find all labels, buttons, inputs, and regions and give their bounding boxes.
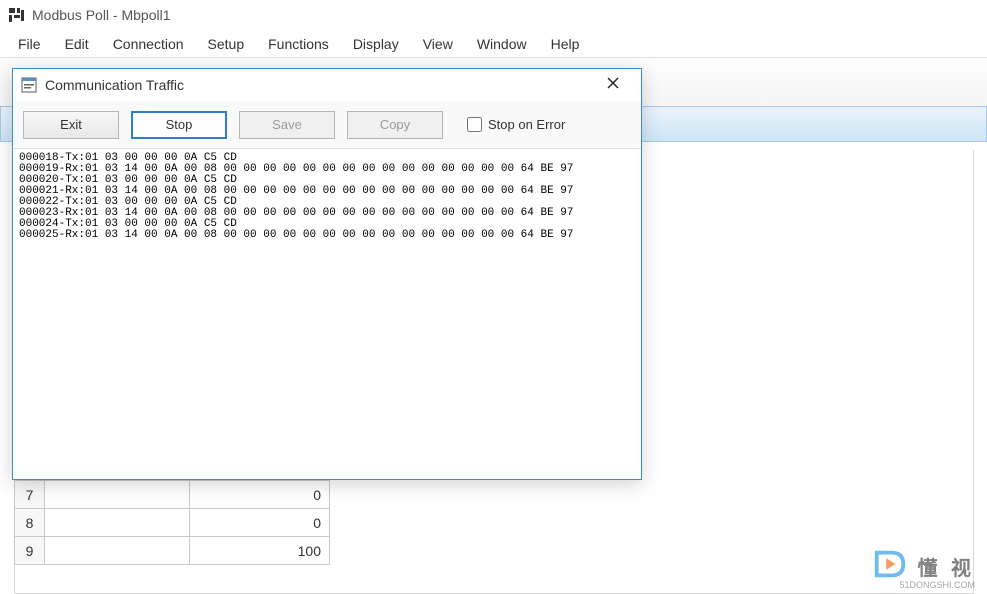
table-row[interactable]: 9 100 (15, 537, 330, 565)
watermark-subtext: 51DONGSHI.COM (899, 580, 975, 590)
row-index: 9 (15, 537, 45, 565)
watermark: 懂 视 51DONGSHI.COM (871, 545, 975, 588)
menu-display[interactable]: Display (341, 32, 411, 56)
menu-help[interactable]: Help (539, 32, 592, 56)
dialog-titlebar[interactable]: Communication Traffic (13, 69, 641, 101)
menu-file[interactable]: File (6, 32, 53, 56)
stop-on-error-checkbox[interactable]: Stop on Error (467, 117, 565, 132)
cell-register (45, 509, 190, 537)
cell-register (45, 481, 190, 509)
save-button: Save (239, 111, 335, 139)
cell-value: 100 (190, 537, 330, 565)
dialog-title: Communication Traffic (45, 77, 184, 93)
stop-button[interactable]: Stop (131, 111, 227, 139)
data-table: 7 0 8 0 9 100 (14, 480, 330, 565)
copy-button: Copy (347, 111, 443, 139)
app-titlebar: Modbus Poll - Mbpoll1 (0, 0, 987, 30)
row-index: 8 (15, 509, 45, 537)
stop-on-error-input[interactable] (467, 117, 482, 132)
stop-on-error-label: Stop on Error (488, 117, 565, 132)
dialog-toolbar: Exit Stop Save Copy Stop on Error (13, 101, 641, 149)
table-row[interactable]: 7 0 (15, 481, 330, 509)
table-row[interactable]: 8 0 (15, 509, 330, 537)
menu-setup[interactable]: Setup (196, 32, 257, 56)
cell-register (45, 537, 190, 565)
menu-connection[interactable]: Connection (101, 32, 196, 56)
close-button[interactable] (593, 71, 633, 99)
cell-value: 0 (190, 509, 330, 537)
menu-functions[interactable]: Functions (256, 32, 341, 56)
watermark-text: 懂 视 (917, 552, 975, 581)
menu-window[interactable]: Window (465, 32, 539, 56)
menu-view[interactable]: View (411, 32, 465, 56)
menubar: File Edit Connection Setup Functions Dis… (0, 30, 987, 58)
cell-value: 0 (190, 481, 330, 509)
close-icon (607, 76, 619, 94)
app-icon (8, 6, 26, 24)
row-index: 7 (15, 481, 45, 509)
dialog-icon (21, 77, 37, 93)
exit-button[interactable]: Exit (23, 111, 119, 139)
traffic-log[interactable]: 000018-Tx:01 03 00 00 00 0A C5 CD 000019… (13, 149, 641, 479)
menu-edit[interactable]: Edit (53, 32, 101, 56)
communication-traffic-dialog: Communication Traffic Exit Stop Save Cop… (12, 68, 642, 480)
app-title: Modbus Poll - Mbpoll1 (32, 7, 171, 23)
